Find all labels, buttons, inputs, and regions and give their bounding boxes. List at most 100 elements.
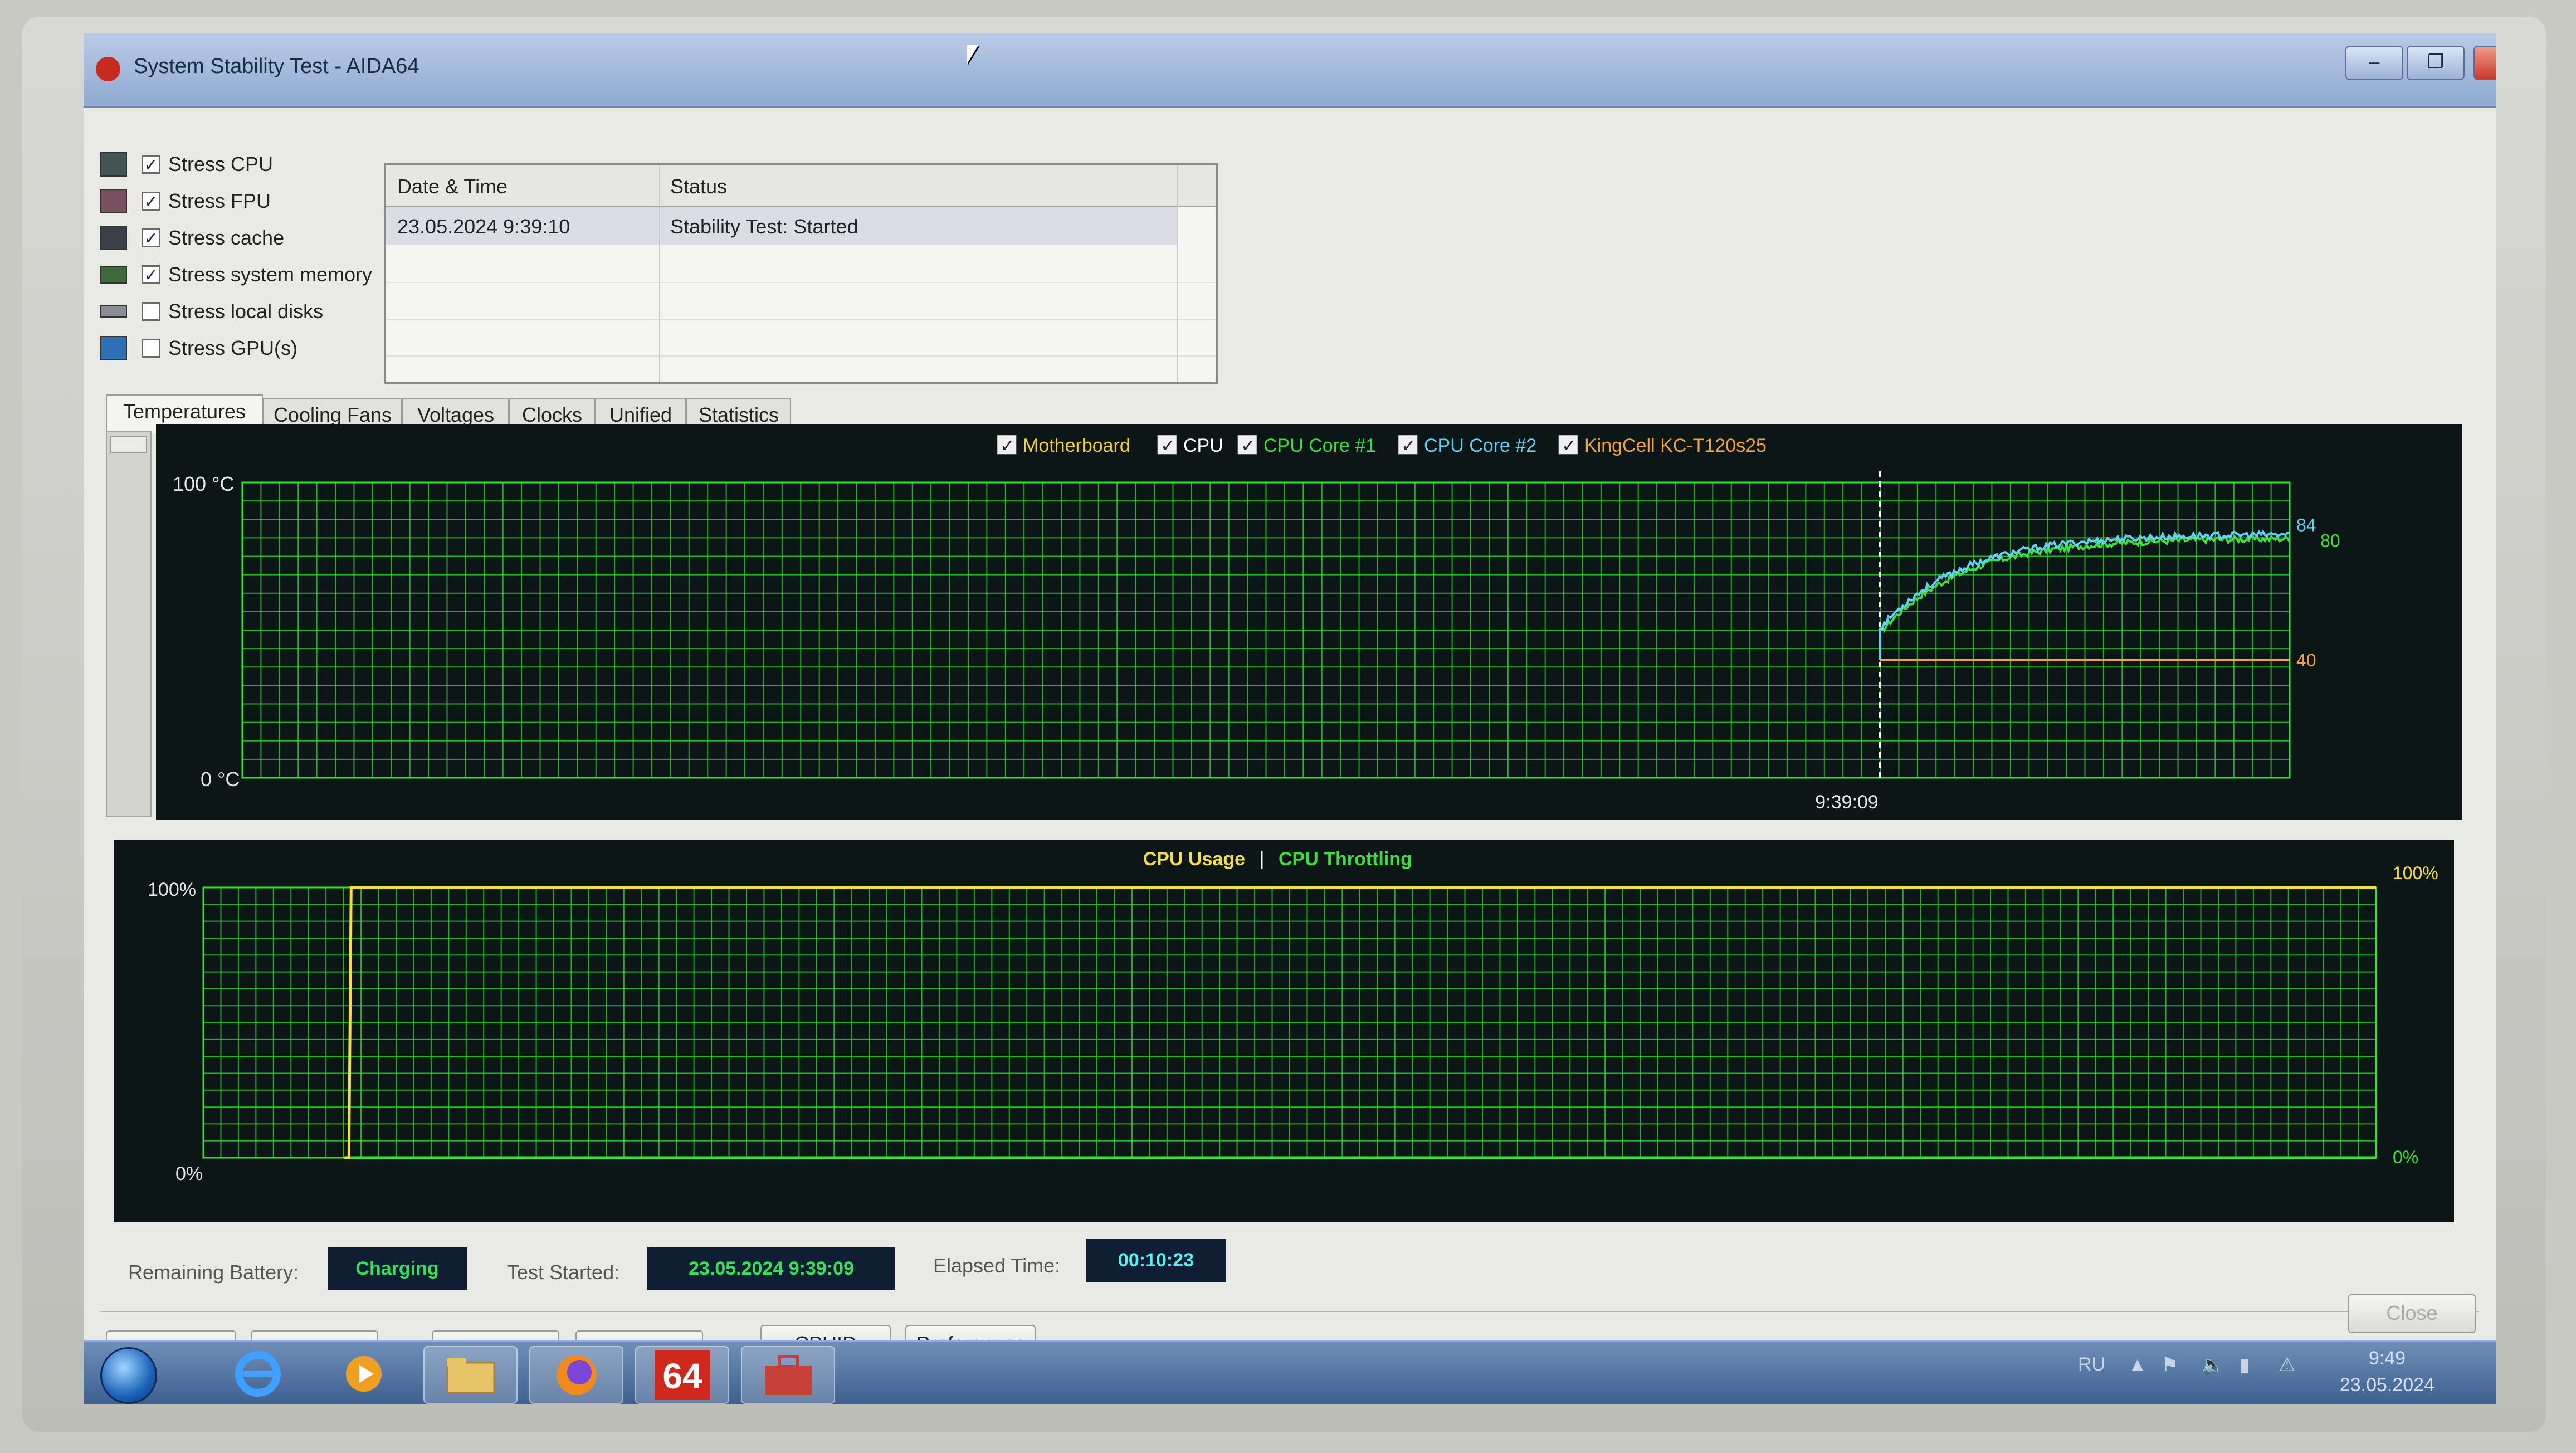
firefox-icon — [556, 1355, 597, 1395]
test-started-label: Test Started: — [507, 1261, 620, 1284]
power-icon[interactable]: ⚠ — [2279, 1354, 2295, 1376]
fpu-icon — [100, 189, 127, 213]
language-indicator[interactable]: RU — [2078, 1354, 2105, 1376]
usage-right-min-label: 0% — [2393, 1147, 2418, 1167]
media-player-icon — [345, 1356, 382, 1392]
column-divider — [659, 165, 660, 382]
aida64-icon: 64 — [654, 1350, 710, 1400]
usage-axis-min-label: 0% — [175, 1163, 203, 1184]
event-log-table[interactable]: Date & Time Status 23.05.2024 9:39:10 St… — [384, 163, 1218, 384]
legend-separator: | — [1260, 849, 1265, 870]
stress-fpu-label: Stress FPU — [168, 189, 271, 212]
stress-cpu-option[interactable]: ✓ Stress CPU — [100, 148, 273, 181]
cache-icon — [100, 226, 127, 250]
temp-value-label-core2: 84 — [2296, 515, 2316, 535]
screen: System Stability Test - AIDA64 – ❐ ✕ ✓ S… — [84, 33, 2496, 1404]
temp-axis-max-label: 100 °C — [173, 472, 234, 495]
taskbar-firefox[interactable] — [529, 1346, 623, 1404]
separator — [100, 1311, 2479, 1312]
taskbar-aida64[interactable]: 64 — [635, 1346, 729, 1404]
internet-explorer-icon — [235, 1351, 281, 1397]
log-header: Date & Time Status — [386, 165, 1216, 207]
stress-memory-label: Stress system memory — [168, 263, 373, 286]
taskbar-media-player[interactable] — [318, 1346, 409, 1402]
battery-value: Charging — [328, 1247, 467, 1290]
folder-icon — [446, 1358, 495, 1394]
stress-cpu-checkbox[interactable]: ✓ — [142, 155, 160, 174]
temp-axis-min-label: 0 °C — [201, 768, 240, 791]
battery-label: Remaining Battery: — [128, 1261, 299, 1284]
cpu-usage-legend: CPU Usage — [1143, 849, 1245, 870]
legend-item-label: KingCell KC-T120s25 — [1584, 435, 1767, 456]
legend-check-mark: ✓ — [1562, 436, 1577, 456]
elapsed-time-value: 00:10:23 — [1086, 1239, 1226, 1282]
memory-icon — [100, 266, 127, 284]
row-divider — [386, 355, 1216, 357]
monitor-icon — [100, 336, 127, 360]
stress-disks-option[interactable]: Stress local disks — [100, 295, 323, 328]
column-divider — [1177, 165, 1178, 382]
sensor-scrollbar[interactable] — [106, 431, 152, 817]
row-divider — [386, 319, 1216, 320]
test-started-value: 23.05.2024 9:39:09 — [647, 1247, 895, 1290]
table-row[interactable]: 23.05.2024 9:39:10 Stability Test: Start… — [386, 207, 1177, 245]
stress-cpu-label: Stress CPU — [168, 153, 274, 175]
taskbar-explorer[interactable] — [423, 1346, 518, 1404]
column-header-datetime[interactable]: Date & Time — [397, 175, 508, 198]
clock-date: 23.05.2024 — [2339, 1374, 2434, 1396]
column-header-status[interactable]: Status — [670, 175, 727, 198]
network-icon[interactable]: ▮ — [2240, 1354, 2250, 1376]
action-center-icon[interactable]: ⚑ — [2162, 1354, 2178, 1376]
mouse-cursor-icon — [967, 45, 979, 65]
stress-gpu-option[interactable]: Stress GPU(s) — [100, 331, 297, 365]
legend-item-label: CPU Core #2 — [1424, 435, 1536, 456]
elapsed-time-label: Elapsed Time: — [933, 1254, 1061, 1277]
taskbar-internet-explorer[interactable] — [212, 1346, 304, 1402]
clock-time: 9:49 — [2368, 1348, 2406, 1369]
toolbox-icon — [764, 1355, 812, 1395]
legend-item-label: Motherboard — [1023, 435, 1130, 456]
test-start-time-label: 9:39:09 — [1815, 792, 1878, 813]
stress-disks-label: Stress local disks — [168, 300, 324, 323]
minimize-button[interactable]: – — [2345, 46, 2403, 80]
stress-fpu-option[interactable]: ✓ Stress FPU — [100, 184, 271, 218]
legend-check-mark: ✓ — [1241, 436, 1256, 456]
cpu-throttling-legend: CPU Throttling — [1279, 849, 1412, 870]
legend-check-mark: ✓ — [1160, 436, 1175, 456]
show-hidden-icons[interactable]: ▲ — [2128, 1354, 2147, 1376]
system-clock[interactable]: 9:49 23.05.2024 — [2340, 1345, 2434, 1398]
stress-memory-checkbox[interactable]: ✓ — [142, 265, 160, 285]
stress-cache-label: Stress cache — [168, 226, 285, 249]
log-status: Stability Test: Started — [670, 215, 858, 238]
usage-axis-max-label: 100% — [148, 879, 196, 900]
temp-value-label-disk: 40 — [2296, 650, 2316, 670]
stress-cache-option[interactable]: ✓ Stress cache — [100, 221, 284, 255]
app-client-area: ✓ Stress CPU ✓ Stress FPU ✓ Stress cache… — [84, 108, 2496, 1369]
scrollbar-thumb[interactable] — [110, 436, 147, 453]
legend-check-mark: ✓ — [1401, 436, 1416, 456]
legend-item-label: CPU Core #1 — [1263, 435, 1376, 456]
start-orb-icon[interactable] — [100, 1347, 157, 1404]
stress-gpu-checkbox[interactable] — [142, 339, 160, 358]
taskbar: 64 RU ▲ ⚑ 🔈 ▮ ⚠ 9:49 23.05.2024 — [84, 1340, 2496, 1404]
legend-item-label: CPU — [1183, 435, 1223, 456]
volume-icon[interactable]: 🔈 — [2201, 1354, 2224, 1376]
stress-disks-checkbox[interactable] — [142, 302, 160, 321]
disk-icon — [100, 305, 127, 318]
stress-fpu-checkbox[interactable]: ✓ — [142, 192, 160, 211]
usage-right-max-label: 100% — [2393, 863, 2438, 883]
title-bar[interactable]: System Stability Test - AIDA64 – ❐ ✕ — [84, 33, 2496, 108]
window-title: System Stability Test - AIDA64 — [134, 55, 419, 78]
legend-check-mark: ✓ — [1000, 436, 1015, 456]
restore-button[interactable]: ❐ — [2407, 46, 2465, 80]
cpu-icon — [100, 152, 127, 177]
close-window-button[interactable]: ✕ — [2473, 46, 2496, 80]
close-button[interactable]: Close — [2348, 1294, 2476, 1333]
cpu-usage-chart: CPU Usage | CPU Throttling 100% 0% 100% … — [114, 840, 2454, 1222]
log-datetime: 23.05.2024 9:39:10 — [397, 215, 570, 238]
temp-value-label-core1: 80 — [2320, 530, 2340, 550]
taskbar-stability-test[interactable] — [741, 1346, 835, 1404]
row-divider — [386, 282, 1216, 283]
stress-memory-option[interactable]: ✓ Stress system memory — [100, 258, 372, 291]
stress-cache-checkbox[interactable]: ✓ — [142, 228, 160, 248]
